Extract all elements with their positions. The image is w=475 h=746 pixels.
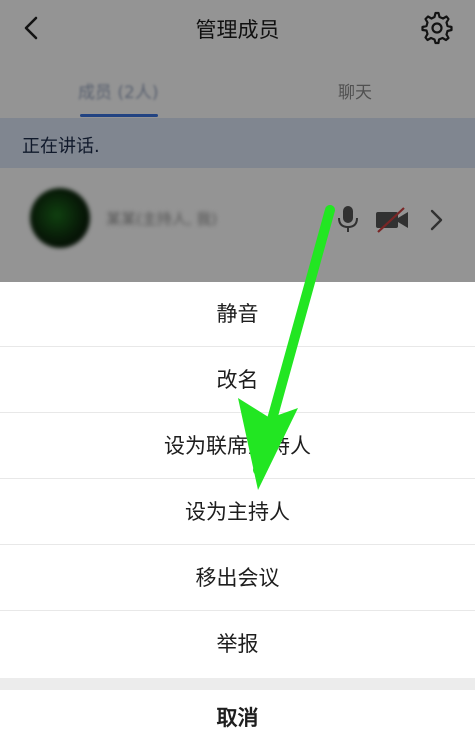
set-cohost-option[interactable]: 设为联席主持人 (0, 414, 475, 479)
mute-option[interactable]: 静音 (0, 282, 475, 347)
sheet-divider (0, 678, 475, 690)
modal-dim-overlay[interactable] (0, 0, 475, 290)
action-sheet: 静音 改名 设为联席主持人 设为主持人 移出会议 举报 取消 (0, 282, 475, 746)
rename-option[interactable]: 改名 (0, 348, 475, 413)
report-option[interactable]: 举报 (0, 612, 475, 677)
cancel-button[interactable]: 取消 (0, 690, 475, 746)
set-host-option[interactable]: 设为主持人 (0, 480, 475, 545)
remove-from-meeting-option[interactable]: 移出会议 (0, 546, 475, 611)
